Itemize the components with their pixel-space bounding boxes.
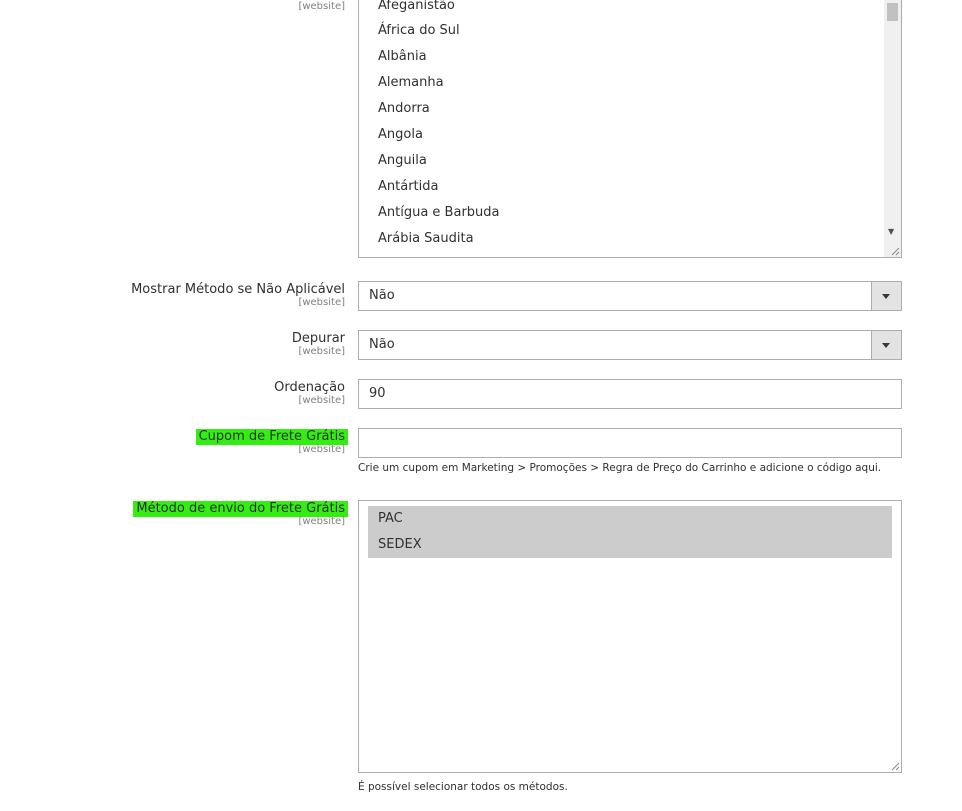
- free-coupon-scope: [website]: [298, 444, 345, 455]
- countries-scope: [website]: [298, 1, 345, 12]
- free-coupon-input[interactable]: [358, 428, 902, 458]
- chevron-down-icon: [882, 343, 890, 348]
- country-option[interactable]: Andorra: [378, 96, 430, 122]
- debug-scope: [website]: [298, 346, 345, 357]
- country-option[interactable]: Angola: [378, 122, 423, 148]
- debug-label: Depurar: [291, 331, 345, 346]
- country-option[interactable]: Alemanha: [378, 70, 444, 96]
- show-method-select[interactable]: Não: [358, 281, 902, 311]
- free-method-multiselect[interactable]: PAC SEDEX: [358, 500, 902, 773]
- show-method-label: Mostrar Método se Não Aplicável: [131, 282, 345, 297]
- country-option[interactable]: Antártida: [378, 174, 438, 200]
- resize-grip-icon[interactable]: [890, 246, 900, 256]
- country-multiselect[interactable]: Afeganistão África do Sul Albânia Aleman…: [358, 0, 902, 258]
- free-method-label: Método de envio do Frete Grátis: [133, 501, 348, 517]
- free-method-option-sedex[interactable]: SEDEX: [368, 532, 892, 558]
- free-coupon-label: Cupom de Frete Grátis: [195, 429, 348, 445]
- scrollbar-thumb[interactable]: [887, 3, 898, 21]
- free-coupon-note: Crie um cupom em Marketing > Promoções >…: [358, 462, 882, 474]
- country-option[interactable]: Afeganistão: [378, 0, 455, 19]
- country-option[interactable]: Antígua e Barbuda: [378, 200, 500, 226]
- scroll-down-arrow-icon[interactable]: ▼: [888, 227, 894, 236]
- free-method-label-text: Método de envio do Frete Grátis: [133, 501, 348, 517]
- country-option[interactable]: Anguila: [378, 148, 427, 174]
- sort-order-input[interactable]: 90: [358, 379, 902, 409]
- country-option[interactable]: África do Sul: [378, 18, 460, 44]
- free-coupon-label-text: Cupom de Frete Grátis: [195, 429, 348, 445]
- free-method-note: É possível selecionar todos os métodos.: [358, 781, 568, 793]
- resize-grip-icon[interactable]: [890, 761, 900, 771]
- country-option[interactable]: Albânia: [378, 44, 427, 70]
- country-list: Afeganistão África do Sul Albânia Aleman…: [359, 0, 883, 257]
- dropdown-button[interactable]: [871, 331, 901, 359]
- sort-order-value: 90: [369, 386, 386, 401]
- show-method-value: Não: [369, 288, 395, 303]
- dropdown-button[interactable]: [871, 282, 901, 310]
- sort-order-label: Ordenação: [274, 380, 345, 395]
- sort-order-scope: [website]: [298, 395, 345, 406]
- vertical-scrollbar[interactable]: ▼: [884, 0, 901, 257]
- chevron-down-icon: [882, 294, 890, 299]
- free-method-scope: [website]: [298, 516, 345, 527]
- show-method-scope: [website]: [298, 297, 345, 308]
- free-method-option-pac[interactable]: PAC: [368, 506, 892, 532]
- country-option[interactable]: Arábia Saudita: [378, 226, 474, 252]
- debug-value: Não: [369, 337, 395, 352]
- debug-select[interactable]: Não: [358, 330, 902, 360]
